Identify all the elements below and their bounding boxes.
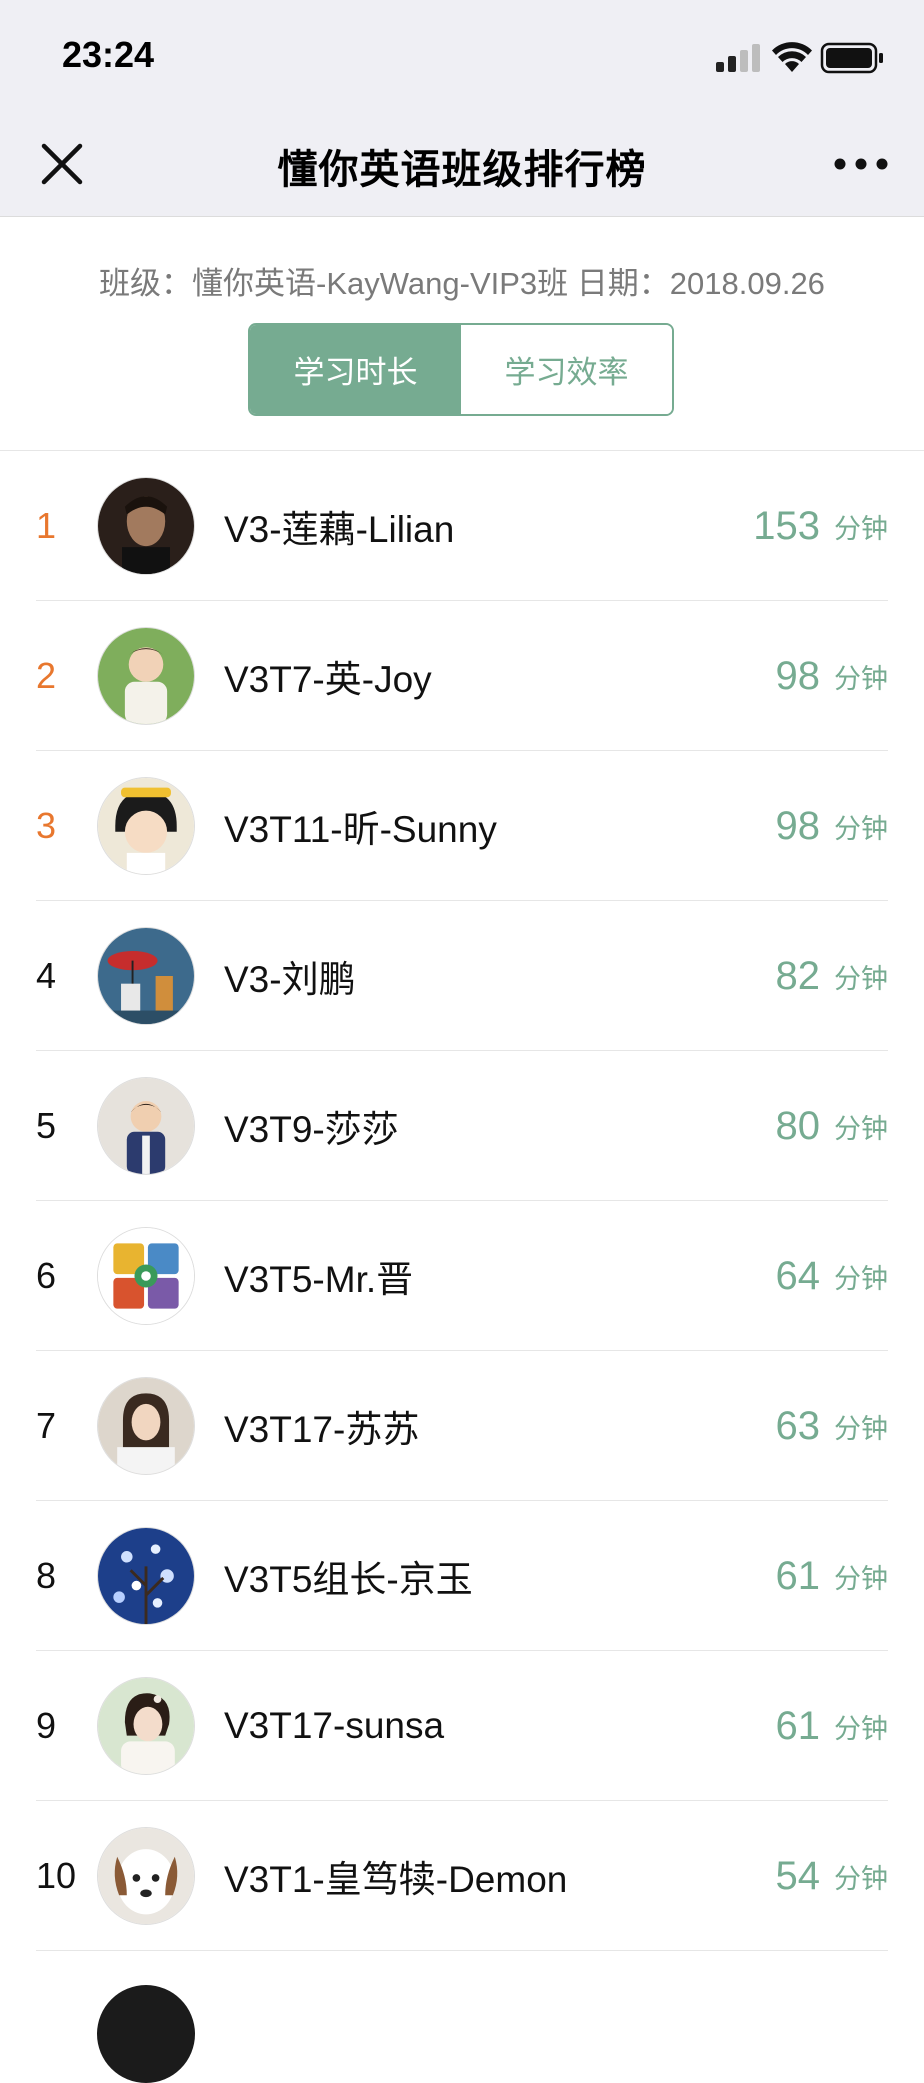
- tab-study-duration[interactable]: 学习时长: [250, 325, 461, 414]
- user-name: V3T1-皇笃犊-Demon: [224, 1859, 568, 1900]
- tab-study-efficiency[interactable]: 学习效率: [461, 325, 672, 414]
- ranking-list: 1 V3-莲藕-Lilian 153 分钟 2 V3T7-英-Joy 98 分钟…: [0, 451, 924, 1951]
- wifi-icon: [772, 42, 812, 72]
- avatar: [97, 1827, 195, 1925]
- score-minutes: 63: [775, 1403, 821, 1448]
- score: 98 分钟: [776, 601, 889, 751]
- ranking-row[interactable]: 10 V3T1-皇笃犊-Demon 54 分钟: [0, 1801, 924, 1951]
- avatar: [97, 1227, 195, 1325]
- score: 61 分钟: [776, 1651, 889, 1801]
- score: 80 分钟: [776, 1051, 889, 1201]
- page-title: 懂你英语班级排行榜: [277, 148, 647, 192]
- score-unit: 分钟: [834, 663, 888, 694]
- score-unit: 分钟: [834, 963, 888, 994]
- ranking-row[interactable]: 5 V3T9-莎莎 80 分钟: [0, 1051, 924, 1201]
- score: 64 分钟: [776, 1201, 889, 1351]
- score-unit: 分钟: [834, 1713, 888, 1744]
- score-minutes: 82: [775, 953, 821, 998]
- rank-number: 3: [36, 805, 57, 846]
- avatar: [97, 777, 195, 875]
- rank-number: 5: [36, 1105, 57, 1146]
- score-minutes: 98: [775, 803, 821, 848]
- rank-number: 1: [36, 505, 57, 546]
- rank-number: 6: [36, 1255, 57, 1296]
- avatar: [97, 927, 195, 1025]
- score-unit: 分钟: [834, 1413, 888, 1444]
- avatar: [97, 1677, 195, 1775]
- score-minutes: 61: [775, 1553, 821, 1598]
- status-icons: [716, 38, 886, 78]
- score-minutes: 153: [753, 503, 820, 548]
- score-minutes: 80: [775, 1103, 821, 1148]
- score-unit: 分钟: [834, 813, 888, 844]
- ranking-row[interactable]: 2 V3T7-英-Joy 98 分钟: [0, 601, 924, 751]
- score-unit: 分钟: [834, 1563, 888, 1594]
- ranking-tabs: 学习时长 学习效率: [248, 323, 674, 416]
- score: 98 分钟: [776, 751, 889, 901]
- score-unit: 分钟: [834, 1863, 888, 1894]
- rank-number: 4: [36, 955, 57, 996]
- avatar: [97, 627, 195, 725]
- score: 153 分钟: [753, 451, 888, 601]
- rank-number: 9: [36, 1705, 57, 1746]
- user-name: V3-莲藕-Lilian: [224, 509, 455, 550]
- class-info: 班级：懂你英语-KayWang-VIP3班 日期：2018.09.26: [99, 266, 825, 301]
- more-icon: [834, 158, 888, 170]
- user-name: V3T11-昕-Sunny: [224, 809, 497, 850]
- user-name: V3T5-Mr.晋: [224, 1259, 414, 1300]
- avatar: [97, 1077, 195, 1175]
- score-unit: 分钟: [834, 1113, 888, 1144]
- score: 82 分钟: [776, 901, 889, 1051]
- more-button[interactable]: [826, 134, 896, 194]
- ranking-row[interactable]: 3 V3T11-昕-Sunny 98 分钟: [0, 751, 924, 901]
- score-minutes: 98: [775, 653, 821, 698]
- score: 54 分钟: [776, 1801, 889, 1951]
- user-name: V3-刘鹏: [224, 959, 356, 1000]
- status-bar: 23:24: [0, 0, 924, 112]
- status-time: 23:24: [62, 34, 155, 75]
- rank-number: 10: [36, 1855, 77, 1896]
- avatar: [97, 1377, 195, 1475]
- ranking-row[interactable]: 9 V3T17-sunsa 61 分钟: [0, 1651, 924, 1801]
- battery-icon: [820, 42, 883, 74]
- score-unit: 分钟: [834, 1263, 888, 1294]
- rank-number: 7: [36, 1405, 57, 1446]
- ranking-row[interactable]: 6 V3T5-Mr.晋 64 分钟: [0, 1201, 924, 1351]
- score-minutes: 61: [775, 1703, 821, 1748]
- avatar: [97, 1527, 195, 1625]
- user-name: V3T17-sunsa: [224, 1705, 445, 1746]
- score-unit: 分钟: [834, 513, 888, 544]
- ranking-row[interactable]: 1 V3-莲藕-Lilian 153 分钟: [0, 451, 924, 601]
- score: 63 分钟: [776, 1351, 889, 1501]
- ranking-row[interactable]: 7 V3T17-苏苏 63 分钟: [0, 1351, 924, 1501]
- user-name: V3T5组长-京玉: [224, 1559, 473, 1600]
- rank-number: 2: [36, 655, 57, 696]
- user-name: V3T7-英-Joy: [224, 659, 432, 700]
- cellular-signal-icon: [716, 44, 760, 72]
- score: 61 分钟: [776, 1501, 889, 1651]
- ranking-row[interactable]: 8 V3T5组长-京玉 61 分钟: [0, 1501, 924, 1651]
- score-minutes: 54: [775, 1853, 821, 1898]
- ranking-row[interactable]: 4 V3-刘鹏 82 分钟: [0, 901, 924, 1051]
- user-name: V3T9-莎莎: [224, 1109, 399, 1150]
- avatar: [97, 477, 195, 575]
- score-minutes: 64: [775, 1253, 821, 1298]
- user-name: V3T17-苏苏: [224, 1409, 420, 1450]
- rank-number: 8: [36, 1555, 57, 1596]
- nav-bar: 懂你英语班级排行榜: [0, 112, 924, 217]
